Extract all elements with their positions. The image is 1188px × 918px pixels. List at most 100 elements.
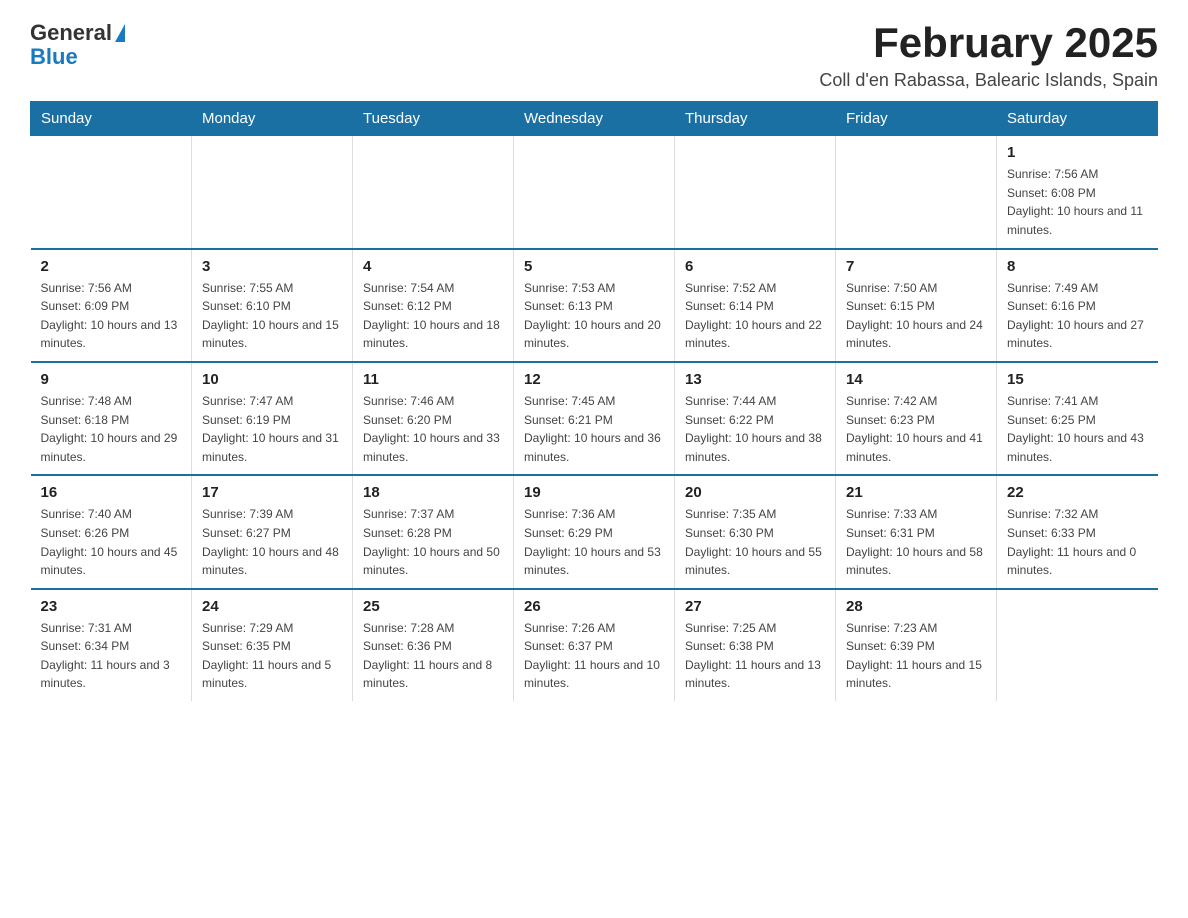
day-info: Sunrise: 7:53 AMSunset: 6:13 PMDaylight:…: [524, 279, 664, 353]
day-info: Sunrise: 7:56 AMSunset: 6:08 PMDaylight:…: [1007, 165, 1148, 239]
calendar-cell: 23 Sunrise: 7:31 AMSunset: 6:34 PMDayligh…: [31, 589, 192, 701]
day-number: 2: [41, 258, 182, 275]
calendar-cell: [31, 136, 192, 249]
day-number: 19: [524, 484, 664, 501]
day-info: Sunrise: 7:23 AMSunset: 6:39 PMDaylight:…: [846, 619, 986, 693]
day-info: Sunrise: 7:48 AMSunset: 6:18 PMDaylight:…: [41, 392, 182, 466]
calendar-cell: 20 Sunrise: 7:35 AMSunset: 6:30 PMDayligh…: [675, 475, 836, 588]
day-info: Sunrise: 7:39 AMSunset: 6:27 PMDaylight:…: [202, 505, 342, 579]
day-number: 26: [524, 598, 664, 615]
day-number: 14: [846, 371, 986, 388]
calendar-cell: 16 Sunrise: 7:40 AMSunset: 6:26 PMDayligh…: [31, 475, 192, 588]
day-info: Sunrise: 7:25 AMSunset: 6:38 PMDaylight:…: [685, 619, 825, 693]
calendar-cell: [997, 589, 1158, 701]
title-area: February 2025 Coll d'en Rabassa, Baleari…: [819, 20, 1158, 91]
calendar-cell: 4 Sunrise: 7:54 AMSunset: 6:12 PMDaylight…: [353, 249, 514, 362]
calendar-cell: 24Sunrise: 7:29 AMSunset: 6:35 PMDayligh…: [192, 589, 353, 701]
calendar-cell: 26 Sunrise: 7:26 AMSunset: 6:37 PMDayligh…: [514, 589, 675, 701]
day-number: 1: [1007, 144, 1148, 161]
day-info: Sunrise: 7:33 AMSunset: 6:31 PMDaylight:…: [846, 505, 986, 579]
calendar-week-row: 1 Sunrise: 7:56 AMSunset: 6:08 PMDaylight…: [31, 136, 1158, 249]
day-number: 8: [1007, 258, 1148, 275]
calendar-cell: 9 Sunrise: 7:48 AMSunset: 6:18 PMDaylight…: [31, 362, 192, 475]
logo: General Blue: [30, 20, 125, 70]
logo-general-text: General: [30, 20, 112, 46]
day-info: Sunrise: 7:40 AMSunset: 6:26 PMDaylight:…: [41, 505, 182, 579]
logo-triangle-icon: [115, 24, 125, 42]
calendar-week-row: 16 Sunrise: 7:40 AMSunset: 6:26 PMDayligh…: [31, 475, 1158, 588]
day-info: Sunrise: 7:52 AMSunset: 6:14 PMDaylight:…: [685, 279, 825, 353]
calendar-cell: 5 Sunrise: 7:53 AMSunset: 6:13 PMDaylight…: [514, 249, 675, 362]
day-info: Sunrise: 7:50 AMSunset: 6:15 PMDaylight:…: [846, 279, 986, 353]
day-info: Sunrise: 7:44 AMSunset: 6:22 PMDaylight:…: [685, 392, 825, 466]
weekday-header-tuesday: Tuesday: [353, 102, 514, 136]
day-info: Sunrise: 7:36 AMSunset: 6:29 PMDaylight:…: [524, 505, 664, 579]
calendar-cell: [675, 136, 836, 249]
calendar-cell: [192, 136, 353, 249]
day-number: 10: [202, 371, 342, 388]
weekday-header-row: SundayMondayTuesdayWednesdayThursdayFrid…: [31, 102, 1158, 136]
calendar-week-row: 2Sunrise: 7:56 AMSunset: 6:09 PMDaylight…: [31, 249, 1158, 362]
month-title: February 2025: [819, 20, 1158, 66]
day-info: Sunrise: 7:55 AMSunset: 6:10 PMDaylight:…: [202, 279, 342, 353]
day-info: Sunrise: 7:32 AMSunset: 6:33 PMDaylight:…: [1007, 505, 1148, 579]
day-number: 17: [202, 484, 342, 501]
day-info: Sunrise: 7:28 AMSunset: 6:36 PMDaylight:…: [363, 619, 503, 693]
calendar-cell: 13Sunrise: 7:44 AMSunset: 6:22 PMDayligh…: [675, 362, 836, 475]
weekday-header-thursday: Thursday: [675, 102, 836, 136]
day-number: 16: [41, 484, 182, 501]
day-number: 6: [685, 258, 825, 275]
logo-blue-text: Blue: [30, 44, 78, 70]
day-number: 21: [846, 484, 986, 501]
calendar-table: SundayMondayTuesdayWednesdayThursdayFrid…: [30, 101, 1158, 701]
calendar-cell: 17 Sunrise: 7:39 AMSunset: 6:27 PMDayligh…: [192, 475, 353, 588]
calendar-cell: 11 Sunrise: 7:46 AMSunset: 6:20 PMDayligh…: [353, 362, 514, 475]
day-number: 22: [1007, 484, 1148, 501]
calendar-cell: 1 Sunrise: 7:56 AMSunset: 6:08 PMDaylight…: [997, 136, 1158, 249]
calendar-cell: 2Sunrise: 7:56 AMSunset: 6:09 PMDaylight…: [31, 249, 192, 362]
day-number: 7: [846, 258, 986, 275]
day-info: Sunrise: 7:45 AMSunset: 6:21 PMDaylight:…: [524, 392, 664, 466]
calendar-cell: 15Sunrise: 7:41 AMSunset: 6:25 PMDayligh…: [997, 362, 1158, 475]
day-number: 11: [363, 371, 503, 388]
calendar-cell: 8Sunrise: 7:49 AMSunset: 6:16 PMDaylight…: [997, 249, 1158, 362]
calendar-cell: 18Sunrise: 7:37 AMSunset: 6:28 PMDayligh…: [353, 475, 514, 588]
day-number: 4: [363, 258, 503, 275]
day-number: 5: [524, 258, 664, 275]
calendar-cell: 7 Sunrise: 7:50 AMSunset: 6:15 PMDaylight…: [836, 249, 997, 362]
calendar-cell: 14Sunrise: 7:42 AMSunset: 6:23 PMDayligh…: [836, 362, 997, 475]
calendar-week-row: 9 Sunrise: 7:48 AMSunset: 6:18 PMDaylight…: [31, 362, 1158, 475]
day-number: 24: [202, 598, 342, 615]
day-info: Sunrise: 7:37 AMSunset: 6:28 PMDaylight:…: [363, 505, 503, 579]
calendar-cell: 3 Sunrise: 7:55 AMSunset: 6:10 PMDaylight…: [192, 249, 353, 362]
weekday-header-sunday: Sunday: [31, 102, 192, 136]
weekday-header-friday: Friday: [836, 102, 997, 136]
day-number: 15: [1007, 371, 1148, 388]
calendar-cell: 19 Sunrise: 7:36 AMSunset: 6:29 PMDayligh…: [514, 475, 675, 588]
weekday-header-saturday: Saturday: [997, 102, 1158, 136]
calendar-cell: [514, 136, 675, 249]
day-info: Sunrise: 7:35 AMSunset: 6:30 PMDaylight:…: [685, 505, 825, 579]
day-number: 28: [846, 598, 986, 615]
calendar-cell: 10Sunrise: 7:47 AMSunset: 6:19 PMDayligh…: [192, 362, 353, 475]
day-info: Sunrise: 7:54 AMSunset: 6:12 PMDaylight:…: [363, 279, 503, 353]
day-number: 3: [202, 258, 342, 275]
location-text: Coll d'en Rabassa, Balearic Islands, Spa…: [819, 70, 1158, 91]
calendar-cell: 28 Sunrise: 7:23 AMSunset: 6:39 PMDayligh…: [836, 589, 997, 701]
day-number: 9: [41, 371, 182, 388]
calendar-cell: 25 Sunrise: 7:28 AMSunset: 6:36 PMDayligh…: [353, 589, 514, 701]
day-number: 12: [524, 371, 664, 388]
day-number: 27: [685, 598, 825, 615]
day-number: 20: [685, 484, 825, 501]
calendar-cell: 12 Sunrise: 7:45 AMSunset: 6:21 PMDayligh…: [514, 362, 675, 475]
day-number: 23: [41, 598, 182, 615]
calendar-cell: 6 Sunrise: 7:52 AMSunset: 6:14 PMDaylight…: [675, 249, 836, 362]
calendar-cell: 27 Sunrise: 7:25 AMSunset: 6:38 PMDayligh…: [675, 589, 836, 701]
calendar-cell: [353, 136, 514, 249]
page-header: General Blue February 2025 Coll d'en Rab…: [30, 20, 1158, 91]
day-info: Sunrise: 7:26 AMSunset: 6:37 PMDaylight:…: [524, 619, 664, 693]
day-info: Sunrise: 7:46 AMSunset: 6:20 PMDaylight:…: [363, 392, 503, 466]
day-info: Sunrise: 7:31 AMSunset: 6:34 PMDaylight:…: [41, 619, 182, 693]
calendar-cell: 21 Sunrise: 7:33 AMSunset: 6:31 PMDayligh…: [836, 475, 997, 588]
day-number: 25: [363, 598, 503, 615]
